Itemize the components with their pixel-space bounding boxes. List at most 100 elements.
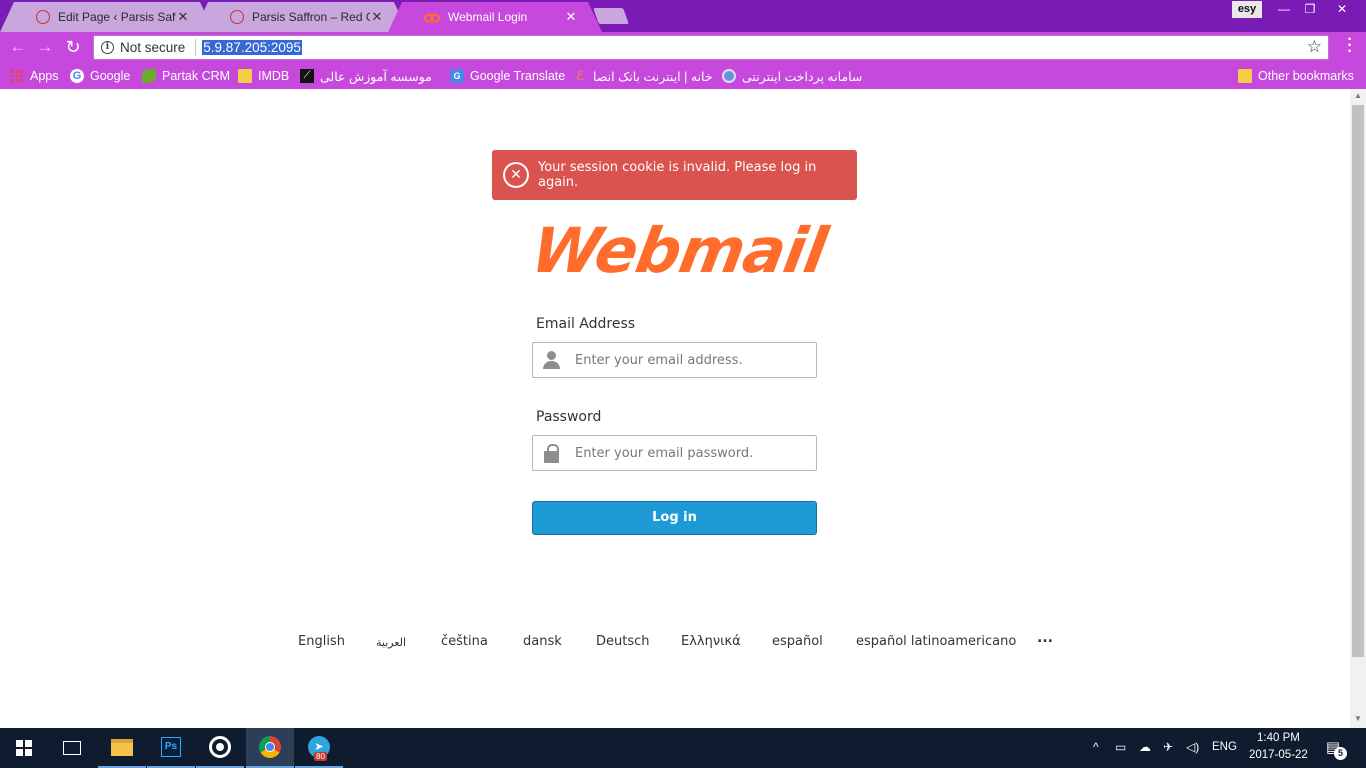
- profile-button[interactable]: esy: [1232, 1, 1262, 18]
- clock-date[interactable]: 2017-05-22: [1249, 749, 1319, 761]
- security-status-text[interactable]: Not secure: [120, 40, 185, 55]
- bookmark-star-icon[interactable]: ☆: [1307, 37, 1322, 57]
- login-button[interactable]: Log in: [532, 501, 817, 535]
- scrollbar-thumb[interactable]: [1352, 105, 1364, 657]
- reload-icon[interactable]: ↻: [62, 36, 84, 58]
- browser-title-bar: Edit Page ‹ Parsis Saffron ✕ Parsis Saff…: [0, 0, 1366, 32]
- task-view-icon: [63, 741, 81, 755]
- language-link-danish[interactable]: dansk: [523, 634, 562, 649]
- bookmark-apps[interactable]: Apps: [10, 67, 59, 85]
- photoshop-icon: Ps: [161, 737, 181, 757]
- scroll-up-icon[interactable]: ▲: [1350, 89, 1366, 103]
- tab-webmail-login[interactable]: Webmail Login ✕: [402, 2, 588, 32]
- translate-icon: G: [450, 69, 464, 83]
- language-link-english[interactable]: English: [298, 634, 345, 649]
- apps-grid-icon: [10, 69, 24, 83]
- bookmark-internet-bank[interactable]: ℰ خانه | اینترنت بانک انصا: [573, 67, 713, 85]
- lock-icon: [537, 438, 567, 468]
- bookmarks-bar: Apps G Google Partak CRM IMDB ⟋ موسسه آم…: [0, 62, 1366, 89]
- bookmark-label: موسسه آموزش عالی: [320, 69, 432, 84]
- tab-close-icon[interactable]: ✕: [370, 9, 384, 25]
- webmail-logo: Webmail: [526, 213, 832, 287]
- volume-icon[interactable]: ◁): [1186, 740, 1199, 754]
- password-field-wrapper[interactable]: [532, 435, 817, 471]
- tray-overflow-chevron-icon[interactable]: ^: [1093, 740, 1099, 754]
- language-link-greek[interactable]: Ελληνικά: [681, 634, 741, 649]
- onedrive-cloud-icon[interactable]: ☁: [1139, 740, 1151, 754]
- browser-toolbar: ← → ↻ i Not secure 5.9.87.205:2095 ☆ · · ·: [0, 32, 1366, 62]
- bookmark-other-bookmarks[interactable]: Other bookmarks: [1238, 67, 1354, 85]
- bookmark-label: Google Translate: [470, 69, 566, 83]
- page-scrollbar[interactable]: ▲ ▼: [1350, 89, 1366, 728]
- bookmark-label: Google: [90, 69, 131, 83]
- email-input[interactable]: [575, 352, 805, 368]
- bookmark-label: خانه | اینترنت بانک انصا: [593, 69, 713, 84]
- taskbar-file-explorer[interactable]: [98, 728, 146, 768]
- bookmark-label: Apps: [30, 69, 59, 83]
- airplane-mode-icon[interactable]: ✈: [1163, 740, 1173, 754]
- error-message: Your session cookie is invalid. Please l…: [538, 160, 817, 190]
- browser-menu-icon[interactable]: · · ·: [1342, 32, 1358, 60]
- site-favicon-icon: [230, 10, 244, 24]
- institute-logo-icon: ⟋: [300, 69, 314, 83]
- bookmark-payment-system[interactable]: سامانه پرداخت اینترنتی: [722, 67, 862, 85]
- network-icon[interactable]: ▭: [1115, 740, 1126, 754]
- error-x-icon: [503, 162, 529, 188]
- folder-icon: [1238, 69, 1252, 83]
- password-label: Password: [536, 409, 602, 425]
- back-arrow-icon[interactable]: ←: [7, 36, 29, 58]
- taskbar-chrome[interactable]: [246, 728, 294, 768]
- tab-parsis-saffron[interactable]: Parsis Saffron – Red Gold ✕: [208, 2, 394, 32]
- google-icon: G: [70, 69, 84, 83]
- cpanel-favicon-icon: [424, 12, 440, 23]
- language-link-spanish[interactable]: español: [772, 634, 823, 649]
- language-link-spanish-latam[interactable]: español latinoamericano: [856, 634, 1016, 649]
- bookmark-google-translate[interactable]: G Google Translate: [450, 67, 565, 85]
- tab-title: Edit Page ‹ Parsis Saffron: [58, 10, 176, 24]
- bank-logo-icon: ℰ: [576, 68, 584, 83]
- info-icon[interactable]: i: [101, 41, 114, 54]
- bookmark-partak-crm[interactable]: Partak CRM: [142, 67, 230, 85]
- taskbar-photoshop[interactable]: Ps: [147, 728, 195, 768]
- start-button[interactable]: [0, 728, 48, 768]
- session-error-alert: Your session cookie is invalid. Please l…: [492, 150, 857, 200]
- clock-time[interactable]: 1:40 PM: [1257, 732, 1317, 744]
- forward-arrow-icon[interactable]: →: [34, 36, 56, 58]
- bookmark-moassese[interactable]: ⟋ موسسه آموزش عالی: [300, 67, 432, 85]
- maximize-icon[interactable]: ❐: [1296, 0, 1324, 18]
- tab-title: Parsis Saffron – Red Gold: [252, 10, 370, 24]
- language-link-german[interactable]: Deutsch: [596, 634, 650, 649]
- email-label: Email Address: [536, 316, 636, 332]
- notification-count-badge: 5: [1334, 747, 1347, 760]
- bookmark-imdb[interactable]: IMDB: [238, 67, 289, 85]
- tab-close-icon[interactable]: ✕: [176, 9, 190, 25]
- taskbar-app[interactable]: [196, 728, 244, 768]
- scroll-down-icon[interactable]: ▼: [1350, 712, 1366, 726]
- bookmark-google[interactable]: G Google: [70, 67, 130, 85]
- payment-logo-icon: [722, 69, 736, 83]
- circle-app-icon: [209, 736, 231, 758]
- close-window-icon[interactable]: ✕: [1322, 0, 1362, 18]
- new-tab-button[interactable]: [593, 8, 629, 24]
- bookmark-label: IMDB: [258, 69, 290, 83]
- url-text[interactable]: 5.9.87.205:2095: [202, 40, 302, 55]
- user-icon: [537, 345, 567, 375]
- taskbar-telegram[interactable]: ➤: [295, 728, 343, 768]
- language-link-arabic[interactable]: العربية: [376, 636, 406, 649]
- windows-logo-icon: [16, 740, 32, 756]
- divider: [195, 39, 197, 56]
- language-link-czech[interactable]: čeština: [441, 634, 488, 649]
- task-view-button[interactable]: [48, 728, 96, 768]
- minimize-icon[interactable]: —: [1270, 0, 1298, 18]
- email-field-wrapper[interactable]: [532, 342, 817, 378]
- site-favicon-icon: [36, 10, 50, 24]
- tab-close-icon[interactable]: ✕: [564, 9, 578, 25]
- tab-edit-page[interactable]: Edit Page ‹ Parsis Saffron ✕: [14, 2, 200, 32]
- bookmark-label: سامانه پرداخت اینترنتی: [742, 69, 863, 84]
- address-bar[interactable]: i Not secure 5.9.87.205:2095 ☆: [93, 35, 1329, 60]
- input-language-indicator[interactable]: ENG: [1212, 741, 1237, 753]
- password-input[interactable]: [575, 445, 805, 461]
- folder-icon: [238, 69, 252, 83]
- bookmark-label: Partak CRM: [162, 69, 231, 83]
- more-languages-button[interactable]: ...: [1037, 630, 1053, 646]
